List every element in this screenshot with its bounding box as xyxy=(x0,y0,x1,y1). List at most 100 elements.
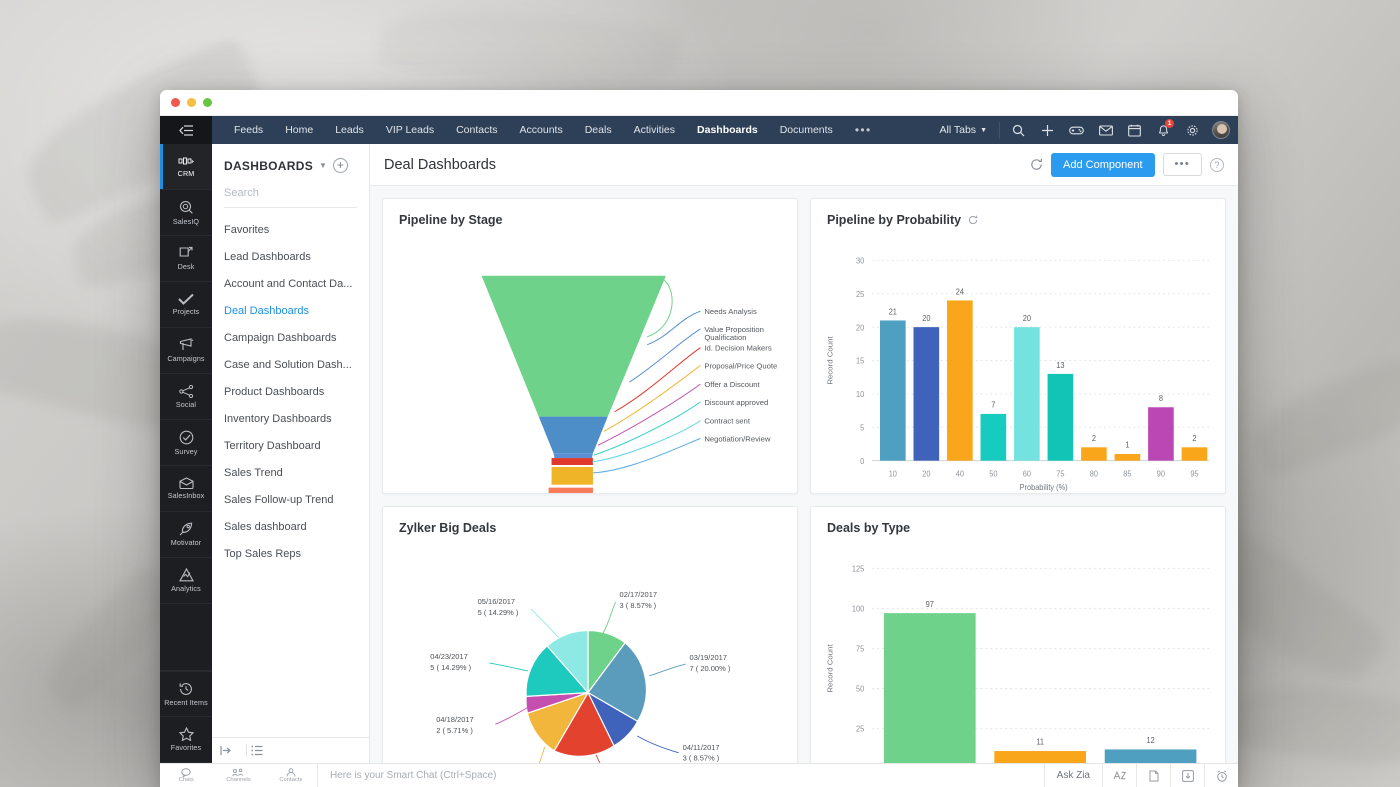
chat-tab-chats[interactable]: Chats xyxy=(160,764,212,787)
nav-tab-contacts[interactable]: Contacts xyxy=(445,116,508,144)
bar-chart-probability: 0 5 10 15 20 25 30 Record Count 21 20 24… xyxy=(811,227,1225,493)
reminder-clock-icon[interactable] xyxy=(1204,764,1238,787)
dashboard-item-lead-dashboards[interactable]: Lead Dashboards xyxy=(212,243,369,270)
motivator-rocket-icon xyxy=(179,522,193,536)
dashboard-item-sales-trend[interactable]: Sales Trend xyxy=(212,459,369,486)
nav-tab-activities[interactable]: Activities xyxy=(623,116,686,144)
rail-item-favorites[interactable]: Favorites xyxy=(160,717,212,763)
rail-label: Analytics xyxy=(171,584,201,593)
more-options-button[interactable]: ••• xyxy=(1162,153,1202,176)
x-tick: 50 xyxy=(989,469,997,478)
bar[interactable] xyxy=(947,300,973,461)
dashboard-item-campaign[interactable]: Campaign Dashboards xyxy=(212,324,369,351)
window-titlebar xyxy=(160,90,1238,116)
list-view-icon[interactable] xyxy=(251,745,273,756)
rail-item-campaigns[interactable]: Campaigns xyxy=(160,328,212,374)
document-icon[interactable] xyxy=(1136,764,1170,787)
nav-tab-deals[interactable]: Deals xyxy=(574,116,623,144)
dashboard-item-favorites[interactable]: Favorites xyxy=(212,216,369,243)
rail-item-motivator[interactable]: Motivator xyxy=(160,512,212,558)
funnel-segment-value-proposition[interactable] xyxy=(553,453,593,459)
download-icon[interactable] xyxy=(1170,764,1204,787)
rail-item-salesinbox[interactable]: SalesInbox xyxy=(160,466,212,512)
refresh-icon[interactable] xyxy=(968,215,978,225)
close-window-button[interactable] xyxy=(171,98,180,107)
funnel-segment-proposal-price-quote[interactable] xyxy=(551,466,593,485)
nav-tab-dashboards[interactable]: Dashboards xyxy=(686,116,769,144)
nav-tab-accounts[interactable]: Accounts xyxy=(509,116,574,144)
nav-tab-documents[interactable]: Documents xyxy=(769,116,844,144)
nav-more-button[interactable]: ••• xyxy=(844,116,883,144)
bar[interactable] xyxy=(883,613,976,763)
rail-item-social[interactable]: Social xyxy=(160,374,212,420)
search-input[interactable] xyxy=(224,187,357,199)
nav-tab-vip-leads[interactable]: VIP Leads xyxy=(375,116,445,144)
dashboard-item-case-solution[interactable]: Case and Solution Dash... xyxy=(212,351,369,378)
plus-circle-icon[interactable]: + xyxy=(332,158,348,173)
page-header: Deal Dashboards Add Component ••• ? xyxy=(370,144,1238,186)
mail-icon[interactable] xyxy=(1091,116,1120,144)
dashboard-item-inventory[interactable]: Inventory Dashboards xyxy=(212,405,369,432)
plus-icon[interactable] xyxy=(1033,116,1062,144)
dashboard-item-deal-dashboards[interactable]: Deal Dashboards xyxy=(212,297,369,324)
chat-tab-channels[interactable]: Channels xyxy=(212,764,264,787)
rail-item-analytics[interactable]: Analytics xyxy=(160,558,212,604)
dashboard-item-top-sales-reps[interactable]: Top Sales Reps xyxy=(212,540,369,567)
widget-title-text: Pipeline by Stage xyxy=(399,213,503,227)
dashboard-item-account-contact[interactable]: Account and Contact Da... xyxy=(212,270,369,297)
gear-icon[interactable] xyxy=(1178,116,1207,144)
dashboard-item-territory[interactable]: Territory Dashboard xyxy=(212,432,369,459)
dashboard-item-sales-followup[interactable]: Sales Follow-up Trend xyxy=(212,486,369,513)
chevron-down-icon[interactable]: ▼ xyxy=(319,161,327,170)
funnel-label-proposal-price-quote: Proposal/Price Quote xyxy=(704,361,777,370)
rail-item-recent-items[interactable]: Recent Items xyxy=(160,671,212,717)
minimize-window-button[interactable] xyxy=(187,98,196,107)
rail-item-crm[interactable]: CRM xyxy=(160,144,212,190)
bar[interactable] xyxy=(880,320,906,461)
bar[interactable] xyxy=(1181,447,1208,461)
dashboard-item-sales-dashboard[interactable]: Sales dashboard xyxy=(212,513,369,540)
calendar-icon[interactable] xyxy=(1120,116,1149,144)
add-component-button[interactable]: Add Component xyxy=(1051,152,1155,177)
help-icon[interactable]: ? xyxy=(1210,157,1224,172)
collapse-menu-icon[interactable] xyxy=(160,116,212,144)
dashboard-grid: Pipeline by Stage Qualification Needs An… xyxy=(370,186,1238,763)
collapse-panel-icon[interactable] xyxy=(220,745,242,756)
all-tabs-dropdown[interactable]: All Tabs ▼ xyxy=(927,121,1000,139)
bar[interactable] xyxy=(1047,373,1074,461)
bar[interactable] xyxy=(913,327,940,461)
bar[interactable] xyxy=(1148,407,1174,461)
funnel-segment-closed-won[interactable] xyxy=(548,487,593,493)
gamepad-icon[interactable] xyxy=(1062,116,1091,144)
bar[interactable] xyxy=(1014,327,1040,461)
zia-icon[interactable] xyxy=(1102,764,1136,787)
rail-item-desk[interactable]: Desk xyxy=(160,236,212,282)
maximize-window-button[interactable] xyxy=(203,98,212,107)
ask-zia-button[interactable]: Ask Zia xyxy=(1043,764,1102,787)
footer-divider xyxy=(246,744,247,757)
y-tick: 15 xyxy=(856,356,864,365)
rail-item-projects[interactable]: Projects xyxy=(160,282,212,328)
smart-chat-input[interactable] xyxy=(330,770,1044,781)
chat-tab-contacts[interactable]: Contacts xyxy=(265,764,317,787)
avatar[interactable] xyxy=(1212,121,1230,139)
bell-icon[interactable]: 1 xyxy=(1149,116,1178,144)
funnel-segment-id-decision-makers[interactable] xyxy=(551,458,593,465)
nav-tab-feeds[interactable]: Feeds xyxy=(223,116,274,144)
pie-label-value: 7 ( 20.00% ) xyxy=(690,664,731,673)
search-icon[interactable] xyxy=(1004,116,1033,144)
bar[interactable] xyxy=(980,413,1007,461)
dashboard-item-product[interactable]: Product Dashboards xyxy=(212,378,369,405)
bar-value: 20 xyxy=(1023,314,1031,323)
refresh-icon[interactable] xyxy=(1030,158,1043,171)
bar[interactable] xyxy=(1114,453,1141,461)
bar[interactable] xyxy=(1081,447,1107,461)
bar[interactable] xyxy=(1104,749,1197,763)
nav-tab-home[interactable]: Home xyxy=(274,116,324,144)
bar[interactable] xyxy=(994,751,1087,763)
rail-item-survey[interactable]: Survey xyxy=(160,420,212,466)
funnel-segment-qualification[interactable] xyxy=(481,275,666,417)
funnel-segment-needs-analysis[interactable] xyxy=(538,416,608,454)
rail-item-salesiq[interactable]: SalesIQ xyxy=(160,190,212,236)
nav-tab-leads[interactable]: Leads xyxy=(324,116,375,144)
